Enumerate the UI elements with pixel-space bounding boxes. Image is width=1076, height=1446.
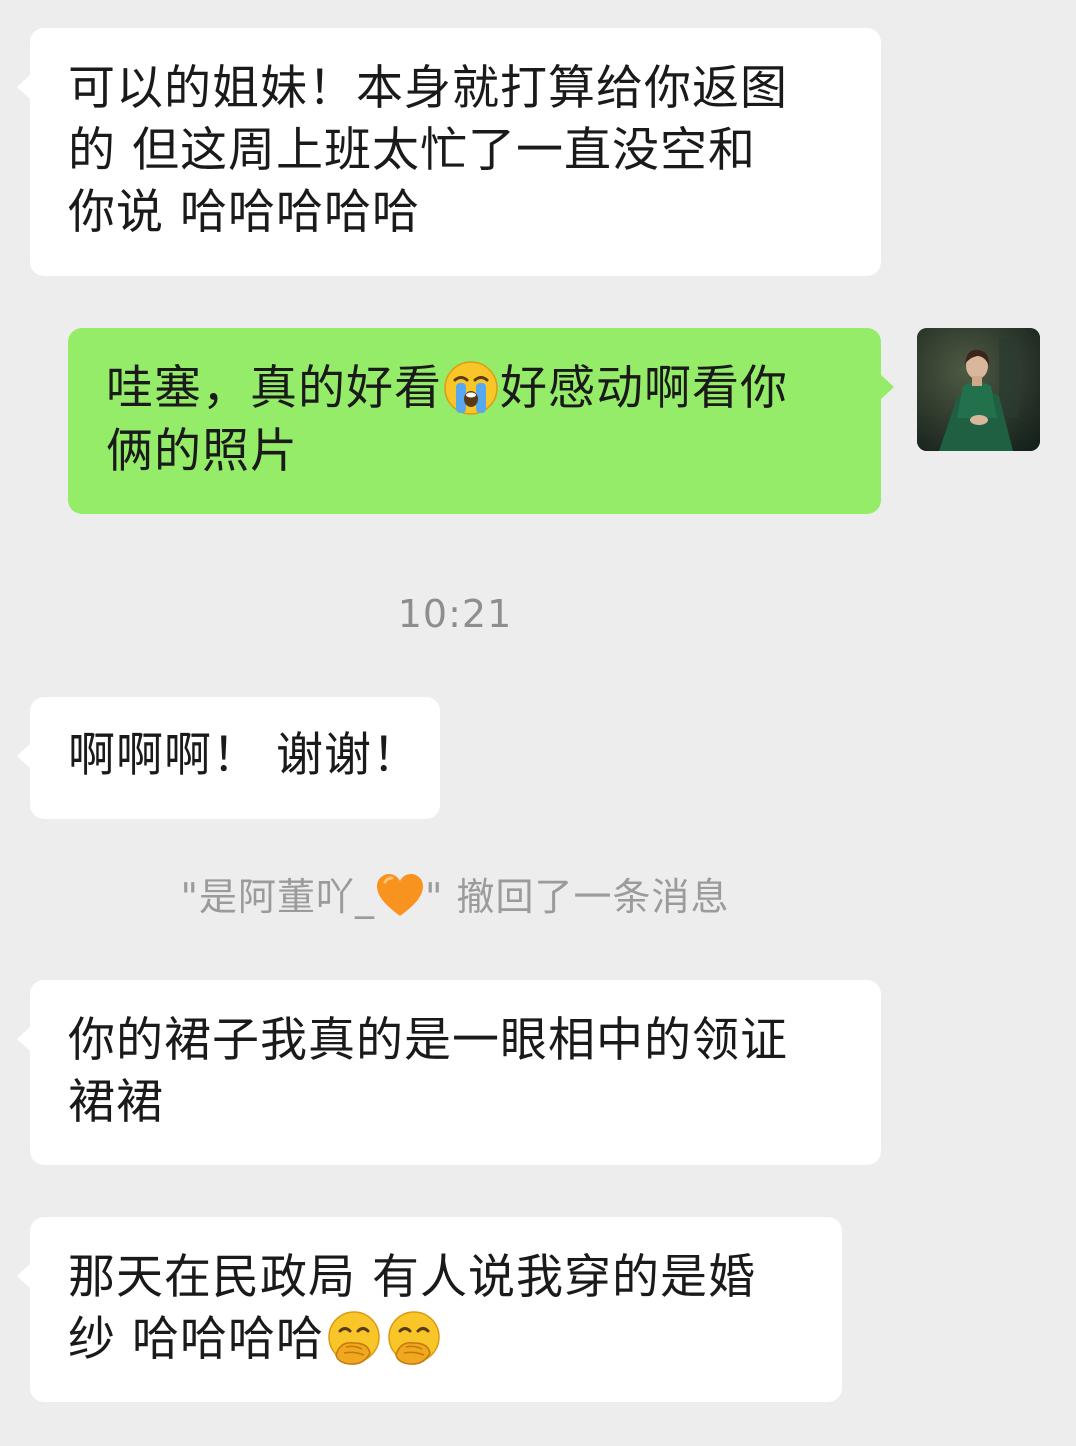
message-timestamp: 10:21 — [397, 592, 513, 636]
message-text-line: 裙裙 — [68, 1075, 164, 1130]
message-text-line: 的 但这周上班太忙了一直没空和 — [68, 123, 756, 178]
incoming-message-bubble[interactable]: 啊啊啊！ 谢谢！ — [17, 697, 440, 819]
message-text-line: 俩的照片 — [106, 423, 298, 479]
message-text-line: 纱 哈哈哈哈 — [68, 1309, 804, 1373]
bubble-tail — [17, 1026, 31, 1052]
message-text-segment: 纱 哈哈哈哈 — [68, 1312, 324, 1367]
outgoing-message-bubble[interactable]: 哇塞，真的好看 好感动啊看你 俩的照片 — [68, 328, 894, 514]
face-with-hand-over-mouth-icon — [324, 1309, 384, 1369]
orange-heart-icon — [375, 872, 425, 920]
message-text-line: 可以的姐妹！本身就打算给你返图 — [68, 61, 788, 116]
incoming-message-bubble[interactable]: 你的裙子我真的是一眼相中的领证 裙裙 — [17, 980, 881, 1165]
incoming-message-bubble[interactable]: 可以的姐妹！本身就打算给你返图 的 但这周上班太忙了一直没空和 你说 哈哈哈哈哈 — [17, 28, 881, 276]
message-text-line: 你说 哈哈哈哈哈 — [68, 185, 420, 240]
recall-notice-prefix: "是阿董吖_ — [180, 875, 375, 919]
message-text-line: 哇塞，真的好看 好感动啊看你 — [106, 358, 843, 421]
loudly-crying-face-icon — [442, 359, 500, 417]
recall-notice: "是阿董吖_ " 撤回了一条消息 — [0, 866, 910, 924]
incoming-message-bubble[interactable]: 那天在民政局 有人说我穿的是婚 纱 哈哈哈哈 — [17, 1217, 842, 1402]
message-text-line: 那天在民政局 有人说我穿的是婚 — [68, 1250, 756, 1305]
user-avatar[interactable] — [917, 328, 1040, 451]
message-text-segment: 好感动啊看你 — [500, 361, 788, 416]
bubble-tail — [17, 74, 31, 100]
face-with-hand-over-mouth-icon — [384, 1309, 444, 1369]
message-text-segment: 哇塞，真的好看 — [106, 361, 442, 416]
bubble-tail — [880, 374, 894, 400]
message-text-line: 啊啊啊！ 谢谢！ — [68, 728, 420, 783]
recall-notice-suffix: " 撤回了一条消息 — [424, 875, 730, 919]
bubble-tail — [17, 1263, 31, 1289]
message-text-line: 你的裙子我真的是一眼相中的领证 — [68, 1013, 788, 1068]
bubble-tail — [17, 743, 31, 769]
